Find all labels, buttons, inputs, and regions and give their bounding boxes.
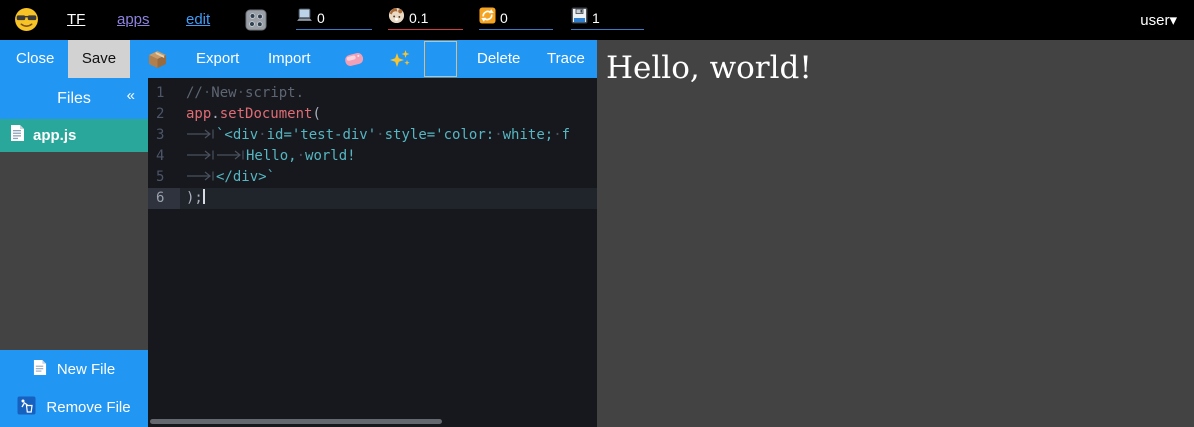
editor-toolbar: Close Save Export Import [0, 40, 597, 78]
dice-icon[interactable] [245, 9, 267, 36]
code-line[interactable]: 2 app.setDocument( [148, 104, 597, 125]
logo-sunglasses-icon[interactable] [14, 7, 39, 37]
files-actions: New File Remove File [0, 350, 148, 427]
line-number: 1 [148, 83, 180, 104]
import-button[interactable]: Import [268, 40, 311, 78]
code-line-text[interactable]: </div>` [186, 167, 275, 188]
nav-link-tf[interactable]: TF [67, 11, 85, 28]
code-editor[interactable]: 1 //·New·script. 2 app.setDocument( 3 `<div·i… [148, 78, 597, 427]
files-body [0, 152, 148, 350]
preview-pane: Hello, world! [597, 40, 1194, 427]
remove-file-icon [17, 396, 36, 419]
stat-value: 0 [500, 10, 508, 26]
hamster-icon [388, 7, 405, 29]
toolbar-mini-input[interactable] [424, 41, 457, 77]
files-panel: Files « app.js [0, 78, 148, 427]
code-line[interactable]: 6); [148, 188, 597, 209]
line-number: 6 [148, 188, 180, 209]
line-number: 5 [148, 167, 180, 188]
file-document-icon [10, 124, 25, 147]
app-window: TF apps edit 0 [0, 0, 1194, 427]
stat-value: 0 [317, 10, 325, 26]
stat-field-hamster[interactable]: 0.1 [388, 9, 463, 30]
text-cursor [203, 189, 205, 204]
close-button[interactable]: Close [16, 40, 54, 78]
package-icon[interactable] [147, 49, 168, 74]
new-file-label: New File [57, 361, 115, 378]
nav-link-apps[interactable]: apps [117, 11, 150, 28]
save-button[interactable]: Save [68, 40, 130, 78]
new-file-icon [33, 359, 47, 380]
code-lines: 1 //·New·script. 2 app.setDocument( 3 `<div·i… [148, 78, 597, 209]
delete-button[interactable]: Delete [477, 40, 520, 78]
line-number: 3 [148, 125, 180, 146]
collapse-sidebar-button[interactable]: « [127, 87, 135, 104]
trace-button[interactable]: Trace [547, 40, 585, 78]
stat-value: 1 [592, 10, 600, 26]
code-line[interactable]: 4 Hello,·world! [148, 146, 597, 167]
floppy-disk-icon [571, 7, 588, 29]
refresh-icon [479, 7, 496, 29]
code-line[interactable]: 1 //·New·script. [148, 83, 597, 104]
code-line[interactable]: 5 </div>` [148, 167, 597, 188]
code-line-text[interactable]: Hello,·world! [186, 146, 356, 167]
file-name: app.js [33, 127, 76, 144]
user-menu[interactable]: user▾ [1140, 11, 1177, 29]
stat-value: 0.1 [409, 10, 428, 26]
code-line[interactable]: 3 `<div·id='test-div'·style='color:·white… [148, 125, 597, 146]
export-button[interactable]: Export [196, 40, 239, 78]
sparkles-icon[interactable] [389, 49, 411, 75]
remove-file-button[interactable]: Remove File [0, 389, 148, 427]
line-number: 2 [148, 104, 180, 125]
line-number: 4 [148, 146, 180, 167]
code-line-text[interactable]: `<div·id='test-div'·style='color:·white;… [186, 125, 570, 146]
code-line-text[interactable]: ); [186, 188, 205, 209]
stat-field-laptop[interactable]: 0 [296, 9, 372, 30]
files-title: Files [57, 90, 91, 108]
code-line-text[interactable]: //·New·script. [186, 83, 304, 104]
new-file-button[interactable]: New File [0, 350, 148, 389]
files-header: Files « [0, 78, 148, 119]
laptop-icon [296, 8, 313, 28]
stat-field-refresh[interactable]: 0 [479, 9, 553, 30]
code-line-text[interactable]: app.setDocument( [186, 104, 321, 125]
file-item-appjs[interactable]: app.js [0, 119, 148, 152]
horizontal-scrollbar-thumb[interactable] [150, 419, 442, 424]
soap-icon[interactable] [343, 50, 365, 73]
nav-link-edit[interactable]: edit [186, 11, 210, 28]
remove-file-label: Remove File [46, 399, 130, 416]
topbar: TF apps edit 0 [0, 0, 1194, 40]
stat-field-floppy[interactable]: 1 [571, 9, 644, 30]
preview-text: Hello, world! [606, 50, 812, 86]
